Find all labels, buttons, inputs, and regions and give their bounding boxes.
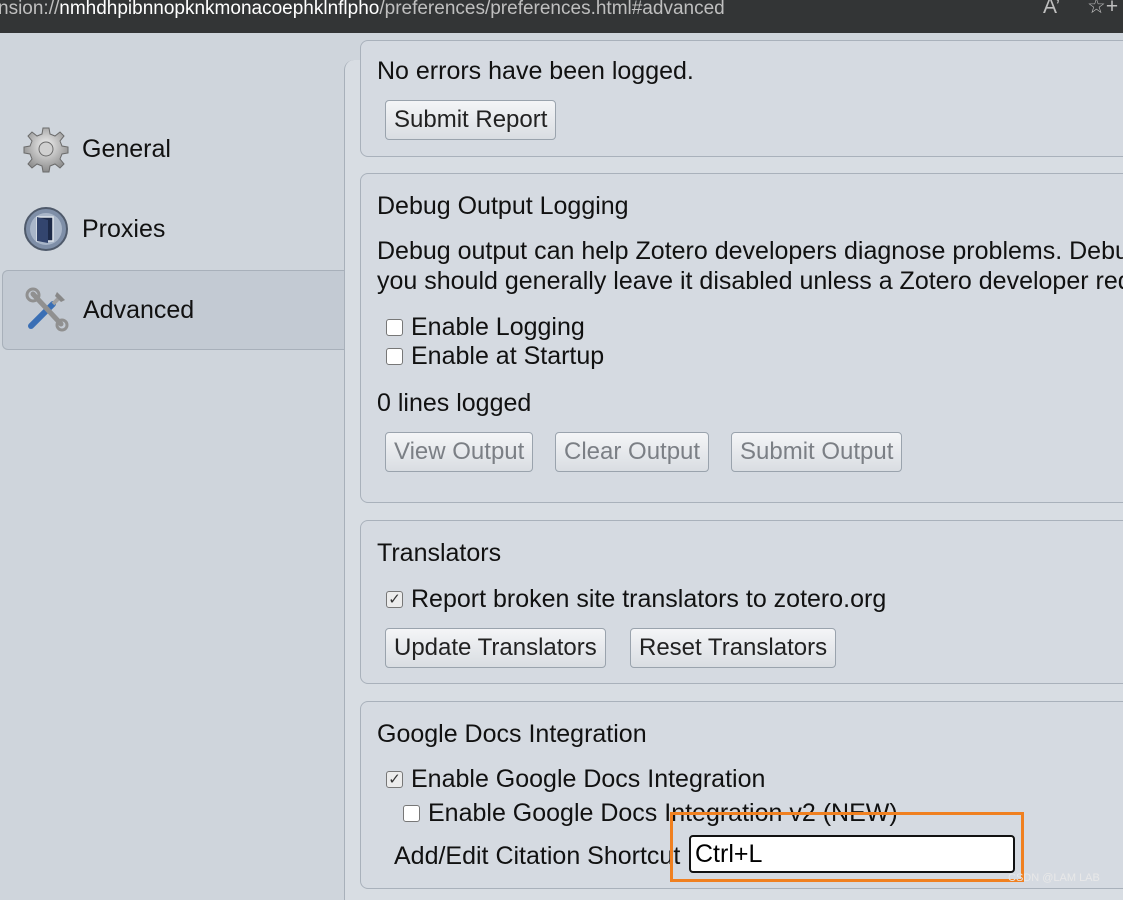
sidebar-item-label: Advanced	[83, 295, 195, 324]
lines-logged-text: 0 lines logged	[377, 389, 532, 417]
debug-description-line1: Debug output can help Zotero developers …	[377, 237, 1123, 265]
preferences-sidebar: General Proxies Advanced	[0, 33, 360, 894]
checkbox-box[interactable]	[386, 348, 403, 365]
checkbox-label: Report broken site translators to zotero…	[411, 585, 887, 613]
checkbox-label: Enable Google Docs Integration	[411, 765, 766, 793]
url-text[interactable]: nsion://nmhdhpibnnopknkmonacoephklnflpho…	[0, 0, 725, 20]
read-aloud-icon[interactable]: A’	[1043, 0, 1060, 18]
sidebar-item-label: General	[82, 134, 171, 163]
enable-logging-checkbox[interactable]: Enable Logging	[386, 313, 585, 342]
checkbox-box[interactable]	[386, 319, 403, 336]
google-docs-group-title: Google Docs Integration	[377, 720, 647, 748]
enable-at-startup-checkbox[interactable]: Enable at Startup	[386, 342, 604, 371]
clear-output-button[interactable]: Clear Output	[555, 432, 710, 472]
error-status-text: No errors have been logged.	[377, 57, 694, 85]
tools-icon	[25, 287, 69, 332]
checkbox-label: Enable Google Docs Integration v2 (NEW)	[428, 799, 898, 827]
enable-google-docs-v2-checkbox[interactable]: Enable Google Docs Integration v2 (NEW)	[403, 799, 898, 828]
checkbox-label: Enable at Startup	[411, 342, 605, 370]
watermark-text: CSDN @LAM LAB	[1008, 872, 1100, 884]
debug-description-line2: you should generally leave it disabled u…	[377, 267, 1123, 295]
sidebar-item-general[interactable]: General	[2, 110, 347, 188]
checkbox-box[interactable]: ✓	[386, 591, 403, 608]
translators-group-title: Translators	[377, 539, 502, 567]
address-bar[interactable]: nsion://nmhdhpibnnopknkmonacoephklnflpho…	[0, 0, 1123, 33]
sidebar-item-proxies[interactable]: Proxies	[2, 190, 347, 268]
enable-google-docs-checkbox[interactable]: ✓ Enable Google Docs Integration	[386, 765, 765, 794]
sidebar-item-label: Proxies	[82, 214, 166, 243]
debug-group-title: Debug Output Logging	[377, 192, 629, 220]
reset-translators-button[interactable]: Reset Translators	[630, 628, 837, 668]
citation-shortcut-input[interactable]	[689, 835, 1015, 873]
sidebar-item-advanced[interactable]: Advanced	[2, 270, 347, 350]
checkbox-label: Enable Logging	[411, 313, 585, 341]
checkbox-box[interactable]	[403, 805, 420, 822]
update-translators-button[interactable]: Update Translators	[385, 628, 606, 668]
proxy-door-icon	[24, 207, 68, 251]
favorite-add-icon[interactable]: ☆+	[1087, 0, 1118, 18]
citation-shortcut-label: Add/Edit Citation Shortcut	[394, 842, 681, 870]
view-output-button[interactable]: View Output	[385, 432, 534, 472]
gear-icon	[23, 127, 69, 173]
report-broken-translators-checkbox[interactable]: ✓ Report broken site translators to zote…	[386, 585, 886, 614]
submit-report-button[interactable]: Submit Report	[385, 100, 557, 140]
checkbox-box[interactable]: ✓	[386, 771, 403, 788]
submit-output-button[interactable]: Submit Output	[731, 432, 903, 472]
